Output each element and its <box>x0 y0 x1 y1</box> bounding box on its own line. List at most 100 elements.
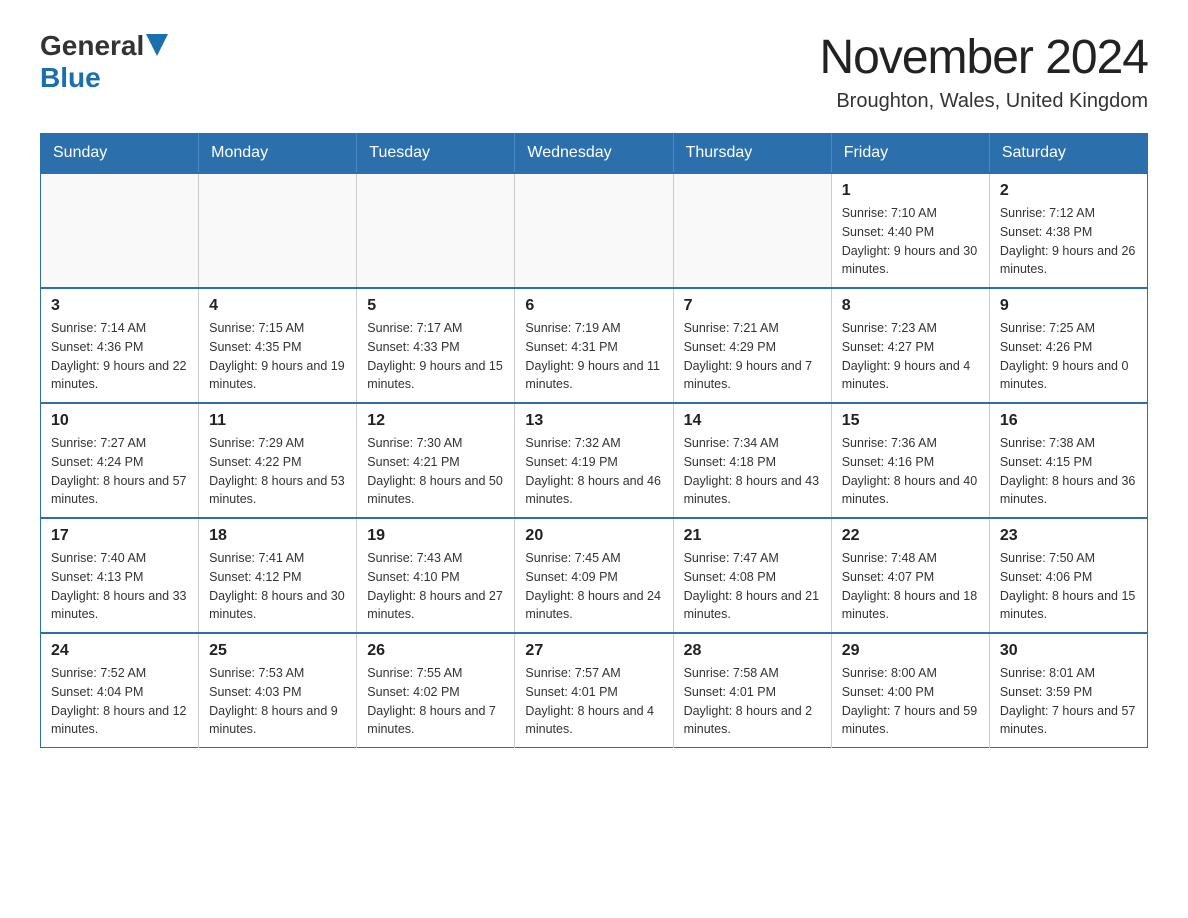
calendar-cell <box>673 173 831 288</box>
calendar-cell: 4Sunrise: 7:15 AMSunset: 4:35 PMDaylight… <box>199 288 357 403</box>
day-number: 25 <box>209 642 346 660</box>
day-number: 2 <box>1000 182 1137 200</box>
day-info: Sunrise: 7:25 AMSunset: 4:26 PMDaylight:… <box>1000 319 1137 394</box>
logo-blue-text: Blue <box>40 62 101 93</box>
col-thursday: Thursday <box>673 134 831 174</box>
day-info: Sunrise: 7:53 AMSunset: 4:03 PMDaylight:… <box>209 664 346 739</box>
day-number: 22 <box>842 527 979 545</box>
day-number: 13 <box>525 412 662 430</box>
day-number: 18 <box>209 527 346 545</box>
day-number: 11 <box>209 412 346 430</box>
calendar-cell: 6Sunrise: 7:19 AMSunset: 4:31 PMDaylight… <box>515 288 673 403</box>
calendar-cell: 29 Sunrise: 8:00 AMSunset: 4:00 PMDayligh… <box>831 633 989 748</box>
col-monday: Monday <box>199 134 357 174</box>
calendar-cell: 14 Sunrise: 7:34 AMSunset: 4:18 PMDayligh… <box>673 403 831 518</box>
calendar-cell: 23Sunrise: 7:50 AMSunset: 4:06 PMDayligh… <box>989 518 1147 633</box>
day-number: 6 <box>525 297 662 315</box>
calendar-cell: 21Sunrise: 7:47 AMSunset: 4:08 PMDayligh… <box>673 518 831 633</box>
day-number: 29 <box>842 642 979 660</box>
calendar-cell: 25 Sunrise: 7:53 AMSunset: 4:03 PMDayligh… <box>199 633 357 748</box>
day-info: Sunrise: 7:47 AMSunset: 4:08 PMDaylight:… <box>684 549 821 624</box>
day-number: 16 <box>1000 412 1137 430</box>
calendar-cell <box>41 173 199 288</box>
day-number: 9 <box>1000 297 1137 315</box>
day-number: 1 <box>842 182 979 200</box>
calendar-header-row: Sunday Monday Tuesday Wednesday Thursday… <box>41 134 1148 174</box>
day-info: Sunrise: 8:00 AMSunset: 4:00 PMDaylight:… <box>842 664 979 739</box>
calendar-cell: 26Sunrise: 7:55 AMSunset: 4:02 PMDayligh… <box>357 633 515 748</box>
logo-general-text: General <box>40 30 144 62</box>
calendar-cell: 18 Sunrise: 7:41 AMSunset: 4:12 PMDayligh… <box>199 518 357 633</box>
day-info: Sunrise: 7:52 AMSunset: 4:04 PMDaylight:… <box>51 664 188 739</box>
day-number: 24 <box>51 642 188 660</box>
day-info: Sunrise: 7:50 AMSunset: 4:06 PMDaylight:… <box>1000 549 1137 624</box>
day-number: 4 <box>209 297 346 315</box>
logo: General Blue <box>40 30 168 94</box>
calendar-week-row: 10Sunrise: 7:27 AMSunset: 4:24 PMDayligh… <box>41 403 1148 518</box>
calendar-table: Sunday Monday Tuesday Wednesday Thursday… <box>40 133 1148 748</box>
calendar-week-row: 3Sunrise: 7:14 AMSunset: 4:36 PMDaylight… <box>41 288 1148 403</box>
calendar-cell: 27Sunrise: 7:57 AMSunset: 4:01 PMDayligh… <box>515 633 673 748</box>
title-section: November 2024 Broughton, Wales, United K… <box>819 30 1148 113</box>
day-info: Sunrise: 8:01 AMSunset: 3:59 PMDaylight:… <box>1000 664 1137 739</box>
day-number: 10 <box>51 412 188 430</box>
calendar-cell: 20 Sunrise: 7:45 AMSunset: 4:09 PMDayligh… <box>515 518 673 633</box>
calendar-cell: 17 Sunrise: 7:40 AMSunset: 4:13 PMDayligh… <box>41 518 199 633</box>
day-info: Sunrise: 7:48 AMSunset: 4:07 PMDaylight:… <box>842 549 979 624</box>
day-info: Sunrise: 7:43 AMSunset: 4:10 PMDaylight:… <box>367 549 504 624</box>
day-info: Sunrise: 7:10 AMSunset: 4:40 PMDaylight:… <box>842 204 979 279</box>
day-number: 27 <box>525 642 662 660</box>
calendar-cell: 3Sunrise: 7:14 AMSunset: 4:36 PMDaylight… <box>41 288 199 403</box>
calendar-cell: 22 Sunrise: 7:48 AMSunset: 4:07 PMDayligh… <box>831 518 989 633</box>
calendar-cell: 13 Sunrise: 7:32 AMSunset: 4:19 PMDayligh… <box>515 403 673 518</box>
calendar-week-row: 1 Sunrise: 7:10 AMSunset: 4:40 PMDaylight… <box>41 173 1148 288</box>
day-number: 7 <box>684 297 821 315</box>
day-number: 17 <box>51 527 188 545</box>
day-info: Sunrise: 7:40 AMSunset: 4:13 PMDaylight:… <box>51 549 188 624</box>
calendar-cell: 10Sunrise: 7:27 AMSunset: 4:24 PMDayligh… <box>41 403 199 518</box>
day-number: 28 <box>684 642 821 660</box>
calendar-cell <box>515 173 673 288</box>
calendar-cell: 5 Sunrise: 7:17 AMSunset: 4:33 PMDaylight… <box>357 288 515 403</box>
day-info: Sunrise: 7:12 AMSunset: 4:38 PMDaylight:… <box>1000 204 1137 279</box>
calendar-cell: 28 Sunrise: 7:58 AMSunset: 4:01 PMDayligh… <box>673 633 831 748</box>
day-info: Sunrise: 7:21 AMSunset: 4:29 PMDaylight:… <box>684 319 821 394</box>
calendar-cell: 19 Sunrise: 7:43 AMSunset: 4:10 PMDayligh… <box>357 518 515 633</box>
calendar-cell: 16 Sunrise: 7:38 AMSunset: 4:15 PMDayligh… <box>989 403 1147 518</box>
calendar-cell: 11Sunrise: 7:29 AMSunset: 4:22 PMDayligh… <box>199 403 357 518</box>
day-info: Sunrise: 7:32 AMSunset: 4:19 PMDaylight:… <box>525 434 662 509</box>
day-info: Sunrise: 7:45 AMSunset: 4:09 PMDaylight:… <box>525 549 662 624</box>
col-saturday: Saturday <box>989 134 1147 174</box>
day-info: Sunrise: 7:41 AMSunset: 4:12 PMDaylight:… <box>209 549 346 624</box>
calendar-cell: 24 Sunrise: 7:52 AMSunset: 4:04 PMDayligh… <box>41 633 199 748</box>
day-info: Sunrise: 7:38 AMSunset: 4:15 PMDaylight:… <box>1000 434 1137 509</box>
day-number: 30 <box>1000 642 1137 660</box>
page-header: General Blue November 2024 Broughton, Wa… <box>40 30 1148 113</box>
day-info: Sunrise: 7:55 AMSunset: 4:02 PMDaylight:… <box>367 664 504 739</box>
day-info: Sunrise: 7:17 AMSunset: 4:33 PMDaylight:… <box>367 319 504 394</box>
day-number: 14 <box>684 412 821 430</box>
calendar-cell: 7 Sunrise: 7:21 AMSunset: 4:29 PMDaylight… <box>673 288 831 403</box>
day-number: 5 <box>367 297 504 315</box>
calendar-subtitle: Broughton, Wales, United Kingdom <box>819 90 1148 113</box>
calendar-title: November 2024 <box>819 30 1148 85</box>
col-sunday: Sunday <box>41 134 199 174</box>
day-number: 20 <box>525 527 662 545</box>
day-info: Sunrise: 7:23 AMSunset: 4:27 PMDaylight:… <box>842 319 979 394</box>
day-info: Sunrise: 7:58 AMSunset: 4:01 PMDaylight:… <box>684 664 821 739</box>
calendar-cell: 8Sunrise: 7:23 AMSunset: 4:27 PMDaylight… <box>831 288 989 403</box>
calendar-cell: 9 Sunrise: 7:25 AMSunset: 4:26 PMDaylight… <box>989 288 1147 403</box>
day-number: 12 <box>367 412 504 430</box>
day-info: Sunrise: 7:14 AMSunset: 4:36 PMDaylight:… <box>51 319 188 394</box>
day-info: Sunrise: 7:34 AMSunset: 4:18 PMDaylight:… <box>684 434 821 509</box>
calendar-cell: 2 Sunrise: 7:12 AMSunset: 4:38 PMDaylight… <box>989 173 1147 288</box>
day-info: Sunrise: 7:36 AMSunset: 4:16 PMDaylight:… <box>842 434 979 509</box>
day-info: Sunrise: 7:30 AMSunset: 4:21 PMDaylight:… <box>367 434 504 509</box>
col-friday: Friday <box>831 134 989 174</box>
day-number: 19 <box>367 527 504 545</box>
calendar-cell: 30 Sunrise: 8:01 AMSunset: 3:59 PMDayligh… <box>989 633 1147 748</box>
day-number: 15 <box>842 412 979 430</box>
calendar-cell: 12 Sunrise: 7:30 AMSunset: 4:21 PMDayligh… <box>357 403 515 518</box>
calendar-cell <box>199 173 357 288</box>
logo-triangle-icon <box>146 34 168 56</box>
